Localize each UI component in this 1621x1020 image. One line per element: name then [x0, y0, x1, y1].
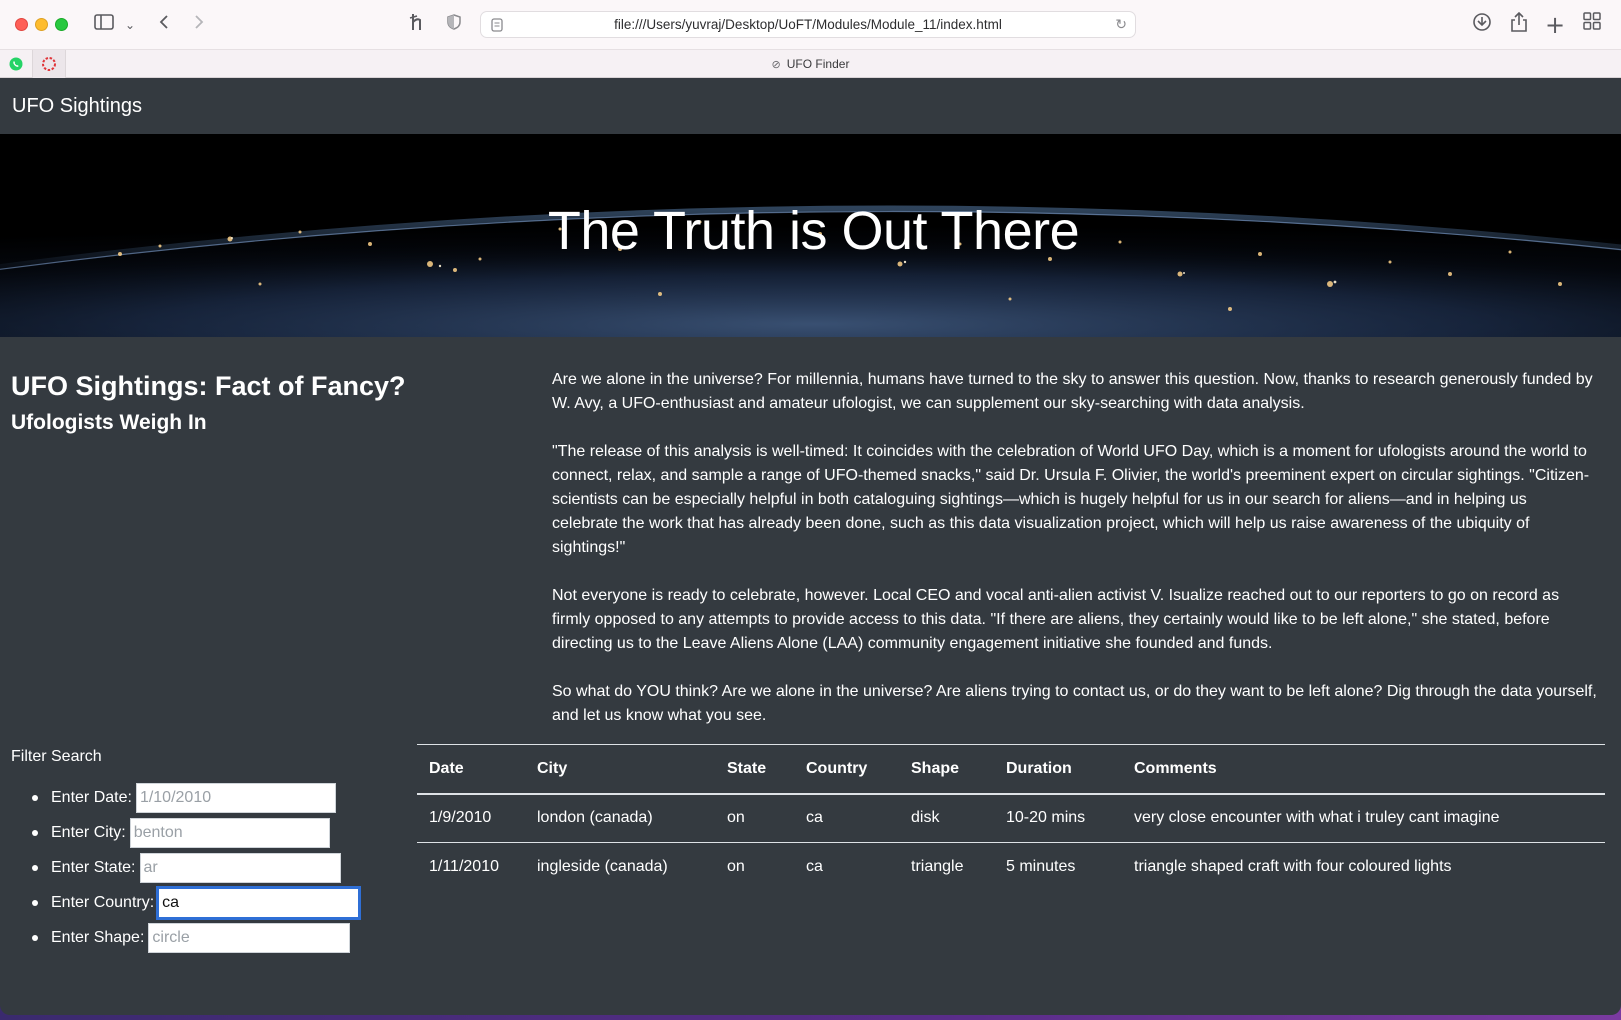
cell-date: 1/11/2010 [429, 858, 499, 876]
tab-bar: ⊘ UFO Finder [0, 50, 1621, 78]
cell-duration: 10-20 mins [994, 793, 1122, 843]
compass-icon: ⊘ [771, 59, 781, 71]
hero-title: The Truth is Out There [547, 201, 1080, 261]
page-navbar: UFO Sightings [0, 78, 1621, 134]
cell-comments: triangle shaped craft with four coloured… [1134, 858, 1452, 876]
article-heading-sub: Ufologists Weigh In [11, 411, 207, 434]
country-input[interactable] [156, 885, 362, 920]
cell-date: 1/9/2010 [417, 793, 525, 843]
url-text: file:///Users/yuvraj/Desktop/UoFT/Module… [614, 17, 1002, 32]
filter-item-country: Enter Country: [32, 885, 362, 920]
filter-item-state: Enter State: [32, 850, 359, 885]
cell-comments: very close encounter with what i truley … [1122, 793, 1605, 843]
filter-heading: Filter Search [11, 748, 102, 765]
reload-icon[interactable]: ↻ [1115, 12, 1127, 37]
city-label: Enter City: [51, 823, 126, 841]
column-header-shape: Shape [899, 744, 994, 795]
column-header-state: State [715, 744, 794, 795]
shield-icon[interactable] [444, 12, 464, 38]
cell-city: london (canada) [525, 793, 715, 843]
date-label: Enter Date: [51, 788, 132, 806]
tab-active[interactable]: ⊘ UFO Finder [0, 50, 1621, 78]
filter-list: Enter Date: Enter City: Enter State: Ent… [32, 780, 362, 955]
chevron-down-icon[interactable]: ⌄ [123, 12, 137, 38]
article-heading-main: UFO Sightings: Fact of Fancy? [11, 371, 406, 401]
new-tab-icon[interactable]: + [1544, 12, 1566, 38]
state-input[interactable] [139, 852, 341, 883]
column-header-city: City [525, 744, 715, 795]
navbar-brand[interactable]: UFO Sightings [12, 95, 142, 117]
ufo-table-container: Date City State Country Shape Duration C… [417, 744, 1605, 892]
tab-overview-icon[interactable] [1581, 12, 1603, 38]
cell-shape: disk [899, 793, 994, 843]
page-content: UFO Sightings: Fact of Fancy? Ufologists… [0, 337, 1621, 1015]
cell-country: ca [806, 858, 823, 876]
city-input[interactable] [129, 817, 330, 848]
shape-input[interactable] [148, 922, 351, 953]
forward-icon[interactable] [191, 12, 207, 38]
close-window-button[interactable] [15, 18, 28, 31]
hero-banner: The Truth is Out There [0, 134, 1621, 337]
page-icon [491, 12, 503, 37]
column-header-country: Country [794, 744, 899, 795]
cell-state: on [727, 858, 745, 876]
column-header-duration: Duration [994, 744, 1122, 795]
ufo-table: Date City State Country Shape Duration C… [417, 744, 1605, 892]
table-row: 1/9/2010 london (canada) on ca disk 10-2… [417, 793, 1605, 843]
browser-toolbar: ⌄ file:///Users/yuvraj/Desktop/UoFT/Modu… [0, 0, 1621, 50]
address-bar[interactable]: file:///Users/yuvraj/Desktop/UoFT/Module… [480, 11, 1136, 38]
share-icon[interactable] [1508, 11, 1530, 38]
filter-item-city: Enter City: [32, 815, 359, 850]
filter-item-shape: Enter Shape: [32, 920, 359, 955]
article-paragraph: Are we alone in the universe? For millen… [552, 371, 1593, 412]
article-heading: UFO Sightings: Fact of Fancy? Ufologists… [11, 369, 511, 440]
filter-item-date: Enter Date: [32, 780, 359, 815]
article-paragraph: Not everyone is ready to celebrate, howe… [552, 587, 1560, 652]
article-body: Are we alone in the universe? For millen… [552, 368, 1597, 752]
extension-h-icon[interactable] [407, 12, 429, 38]
cell-duration: 5 minutes [1006, 858, 1076, 876]
whatsapp-icon [9, 57, 23, 71]
cell-city: ingleside (canada) [537, 858, 668, 876]
cell-state: on [715, 793, 794, 843]
tab-title: UFO Finder [786, 57, 850, 71]
state-label: Enter State: [51, 858, 136, 876]
pinned-tab-other[interactable] [33, 50, 66, 78]
date-input[interactable] [135, 782, 336, 813]
cell-country: ca [794, 793, 899, 843]
table-header-row: Date City State Country Shape Duration C… [417, 744, 1605, 795]
minimize-window-button[interactable] [35, 18, 48, 31]
pinned-tab-whatsapp[interactable] [0, 50, 33, 78]
article-paragraph: "The release of this analysis is well-ti… [552, 443, 1590, 556]
dotted-circle-icon [42, 57, 56, 71]
back-icon[interactable] [156, 12, 172, 38]
article-paragraph: So what do YOU think? Are we alone in th… [552, 683, 1597, 724]
browser-window: ⌄ file:///Users/yuvraj/Desktop/UoFT/Modu… [0, 0, 1621, 1015]
column-header-date: Date [417, 744, 525, 795]
downloads-icon[interactable] [1471, 12, 1493, 38]
cell-shape: triangle [911, 858, 964, 876]
sidebar-toggle-icon[interactable] [92, 12, 116, 38]
column-header-comments: Comments [1122, 744, 1605, 795]
country-label: Enter Country: [51, 893, 155, 911]
table-row: 1/11/2010 ingleside (canada) on ca trian… [417, 843, 1605, 892]
zoom-window-button[interactable] [55, 18, 68, 31]
shape-label: Enter Shape: [51, 928, 145, 946]
